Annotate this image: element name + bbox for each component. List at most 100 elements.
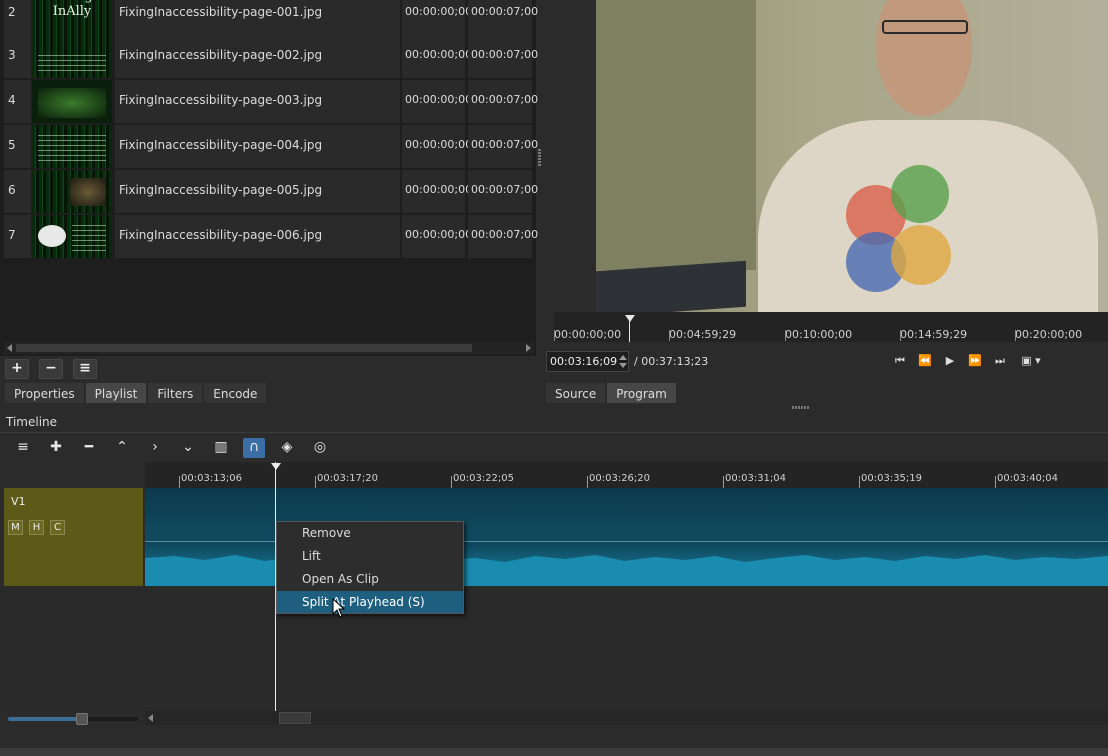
menu-item-split-at-playhead[interactable]: Split At Playhead (S) — [277, 591, 463, 613]
ripple-all-icon[interactable]: ◎ — [309, 438, 331, 458]
clip-in: 00:00:00;00 — [402, 215, 472, 258]
clip-duration: 00:00:07;00 — [468, 35, 538, 78]
clip-duration: 00:00:07;00 — [468, 170, 538, 213]
horizontal-splitter-handle[interactable] — [792, 406, 810, 409]
ruler-label: 00:03:17;20 — [317, 473, 379, 484]
composite-button[interactable]: C — [50, 520, 65, 535]
menu-item-open-as-clip[interactable]: Open As Clip — [277, 568, 463, 590]
row-number: 6 — [4, 170, 31, 213]
clip-name: FixingInaccessibility-page-001.jpg — [115, 0, 400, 35]
clip-in: 00:00:00;00 — [402, 125, 472, 168]
tab-program[interactable]: Program — [606, 382, 677, 404]
vertical-splitter-handle[interactable] — [538, 148, 541, 166]
position-spinner[interactable] — [617, 352, 628, 371]
playlist-row[interactable]: 4 FixingInaccessibility-page-003.jpg 00:… — [4, 79, 538, 124]
ruler-label: 00:03:22;05 — [453, 473, 515, 484]
mute-button[interactable]: M — [8, 520, 23, 535]
clip-in: 00:00:00;00 — [402, 170, 472, 213]
thumbnail — [32, 35, 112, 78]
menu-item-remove[interactable]: Remove — [277, 522, 463, 544]
timeline-toolbar: ≡ ✚ ━ ⌃ › ⌄ ▥ ∩ ◈ ◎ — [0, 432, 1108, 460]
tab-filters[interactable]: Filters — [147, 382, 204, 404]
clip-in: 00:00:00;00 — [402, 0, 472, 35]
append-icon[interactable]: ✚ — [45, 438, 67, 458]
tab-encode[interactable]: Encode — [203, 382, 268, 404]
status-bar — [0, 748, 1108, 756]
thumbnail — [32, 170, 112, 213]
thumbnail: Fixing InAlly — [32, 0, 112, 35]
scroll-right-icon[interactable] — [526, 344, 531, 352]
split-icon[interactable]: ⌄ — [177, 438, 199, 458]
row-number: 4 — [4, 80, 31, 123]
remove-icon[interactable]: ━ — [78, 438, 100, 458]
clip-name: FixingInaccessibility-page-003.jpg — [115, 80, 400, 123]
ripple-icon[interactable]: ◈ — [276, 438, 298, 458]
fast-forward-icon[interactable]: ⏩ — [964, 352, 986, 370]
ruler-label: 00:10:00;00 — [785, 328, 853, 341]
scroll-left-icon[interactable] — [7, 344, 12, 352]
clip-context-menu: Remove Lift Open As Clip Split At Playhe… — [276, 521, 464, 614]
row-number: 5 — [4, 125, 31, 168]
spin-down-icon — [618, 363, 627, 368]
playlist-row[interactable]: 6 FixingInaccessibility-page-005.jpg 00:… — [4, 169, 538, 214]
ruler-label: 00:03:40;04 — [997, 473, 1059, 484]
clip-duration: 00:00:07;00 — [468, 125, 538, 168]
playlist-row[interactable]: 7 FixingInaccessibility-page-006.jpg 00:… — [4, 214, 538, 259]
clip-duration: 00:00:07;00 — [468, 215, 538, 258]
video-viewer[interactable] — [596, 0, 1108, 312]
clip-in: 00:00:00;00 — [402, 80, 472, 123]
player-scrubber[interactable]: 00:00:00;00 00:04:59;29 00:10:00;00 00:1… — [554, 312, 1108, 342]
playlist-panel: 2 Fixing InAlly FixingInaccessibility-pa… — [0, 0, 538, 356]
menu-icon[interactable]: ≡ — [12, 438, 34, 458]
rewind-icon[interactable]: ⏪ — [914, 352, 936, 370]
timeline-empty-area[interactable] — [0, 586, 1108, 710]
play-icon[interactable]: ▶ — [939, 352, 961, 370]
thumbnail — [32, 80, 112, 123]
zoom-slider-handle[interactable] — [76, 713, 88, 725]
ruler-label: 00:00:00;00 — [554, 328, 622, 341]
playlist-toolbar: + − ≡ — [0, 357, 536, 381]
scrollbar-thumb[interactable] — [279, 712, 311, 724]
tab-source[interactable]: Source — [545, 382, 607, 404]
timeline-zoom-slider[interactable] — [8, 713, 138, 725]
skip-to-start-icon[interactable]: ⏮ — [889, 352, 911, 370]
playlist-row[interactable]: 3 FixingInaccessibility-page-002.jpg 00:… — [4, 34, 538, 79]
total-duration: / 00:37:13;23 — [634, 355, 709, 368]
row-number: 7 — [4, 215, 31, 258]
timeline-title: Timeline — [6, 415, 58, 429]
lift-icon[interactable]: ⌃ — [111, 438, 133, 458]
hide-button[interactable]: H — [29, 520, 44, 535]
scroll-left-icon[interactable] — [148, 714, 153, 722]
clip-name: FixingInaccessibility-page-002.jpg — [115, 35, 400, 78]
track-header-v1[interactable]: V1 M H C — [4, 488, 143, 586]
ruler-label: 00:04:59;29 — [669, 328, 737, 341]
zoom-fit-icon[interactable]: ▣ ▾ — [1015, 352, 1047, 370]
mouse-cursor-icon — [332, 598, 346, 618]
playlist-horizontal-scrollbar[interactable] — [4, 342, 534, 354]
remove-button[interactable]: − — [39, 359, 63, 379]
track-name: V1 — [11, 495, 26, 508]
playlist-row[interactable]: 5 FixingInaccessibility-page-004.jpg 00:… — [4, 124, 538, 169]
playhead-handle-icon[interactable] — [271, 463, 281, 470]
tab-playlist[interactable]: Playlist — [84, 382, 148, 404]
ruler-label: 00:14:59;29 — [900, 328, 968, 341]
playlist-row[interactable]: 2 Fixing InAlly FixingInaccessibility-pa… — [4, 0, 538, 36]
skip-to-end-icon[interactable]: ⏭ — [989, 352, 1011, 370]
clip-duration: 00:00:07;00 — [468, 80, 538, 123]
player-tabs: Source Program — [545, 382, 677, 404]
playlist-menu-button[interactable]: ≡ — [73, 359, 97, 379]
ruler-label: 00:03:13;06 — [181, 473, 243, 484]
timeline-horizontal-scrollbar[interactable] — [145, 711, 1108, 725]
timeline-ruler[interactable]: 00:03:13;06 00:03:17;20 00:03:22;05 00:0… — [145, 462, 1108, 488]
add-button[interactable]: + — [5, 359, 29, 379]
menu-item-lift[interactable]: Lift — [277, 545, 463, 567]
tab-properties[interactable]: Properties — [4, 382, 85, 404]
thumbnail-title: Fixing InAlly — [51, 0, 92, 19]
clip-duration: 00:00:07;00 — [468, 0, 538, 35]
clip-name: FixingInaccessibility-page-004.jpg — [115, 125, 400, 168]
overwrite-icon[interactable]: › — [144, 438, 166, 458]
snap-icon[interactable]: ∩ — [243, 438, 265, 458]
clip-name: FixingInaccessibility-page-005.jpg — [115, 170, 400, 213]
scrollbar-thumb[interactable] — [16, 344, 472, 352]
scrub-icon[interactable]: ▥ — [210, 438, 232, 458]
